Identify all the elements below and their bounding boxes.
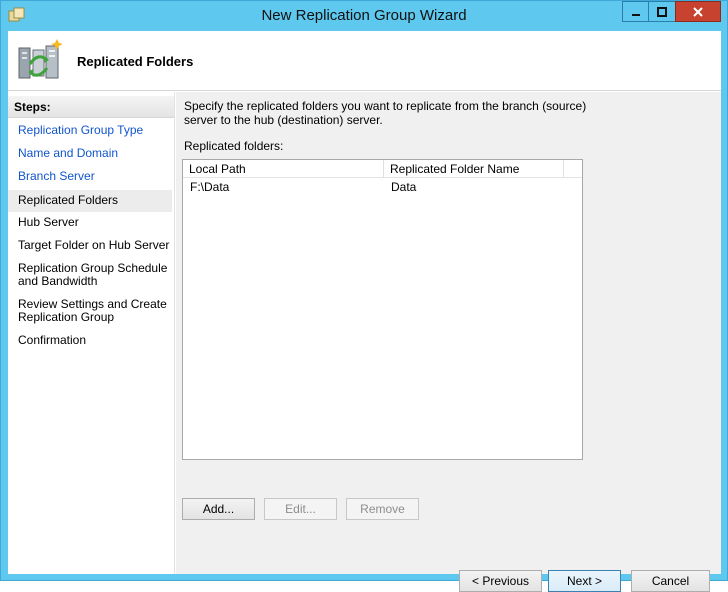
replication-servers-icon (18, 39, 62, 79)
title-bar[interactable]: New Replication Group Wizard (1, 1, 727, 31)
replicated-folders-list[interactable]: Local Path Replicated Folder Name F:\Dat… (182, 159, 583, 460)
next-button[interactable]: Next > (548, 570, 621, 592)
page-title: Replicated Folders (77, 54, 194, 69)
step-hub-server: Hub Server (18, 215, 79, 229)
step-schedule-bandwidth: Replication Group Schedule and Bandwidth (18, 261, 168, 288)
close-button[interactable] (675, 1, 721, 22)
previous-button[interactable]: < Previous (459, 570, 542, 592)
close-icon (693, 6, 703, 17)
remove-button[interactable]: Remove (346, 498, 419, 520)
step-name-and-domain[interactable]: Name and Domain (8, 147, 172, 163)
window-title: New Replication Group Wizard (261, 7, 467, 24)
step-replicated-folders: Replicated Folders (8, 190, 172, 212)
edit-button[interactable]: Edit... (264, 498, 337, 520)
steps-panel: Steps: Replication Group Type Name and D… (8, 92, 175, 574)
steps-heading: Steps: (14, 100, 51, 114)
step-replication-group-type[interactable]: Replication Group Type (8, 124, 172, 140)
column-local-path[interactable]: Local Path (183, 160, 384, 178)
maximize-button[interactable] (648, 1, 676, 22)
step-review-settings: Review Settings and Create Replication G… (18, 297, 167, 324)
step-confirmation: Confirmation (18, 333, 87, 347)
list-header: Local Path Replicated Folder Name (183, 160, 582, 178)
step-target-folder: Target Folder on Hub Server (18, 238, 170, 252)
minimize-icon (631, 13, 640, 16)
step-branch-server[interactable]: Branch Server (8, 170, 172, 186)
page-header: Replicated Folders (8, 31, 721, 91)
maximize-icon (657, 6, 667, 17)
steps-header: Steps: (8, 96, 174, 118)
content-panel: Specify the replicated folders you want … (176, 92, 721, 592)
cancel-button[interactable]: Cancel (631, 570, 710, 592)
column-replicated-folder-name[interactable]: Replicated Folder Name (384, 160, 564, 178)
wizard-window: New Replication Group Wizard Replicated … (0, 0, 728, 592)
cell-local-path: F:\Data (190, 180, 230, 194)
wizard-client-area: Replicated Folders Steps: Replication Gr… (8, 31, 721, 592)
minimize-button[interactable] (622, 1, 649, 22)
cell-folder-name: Data (391, 180, 417, 194)
replicated-folders-label: Replicated folders: (184, 139, 284, 153)
page-description: Specify the replicated folders you want … (184, 99, 587, 127)
add-button[interactable]: Add... (182, 498, 255, 520)
